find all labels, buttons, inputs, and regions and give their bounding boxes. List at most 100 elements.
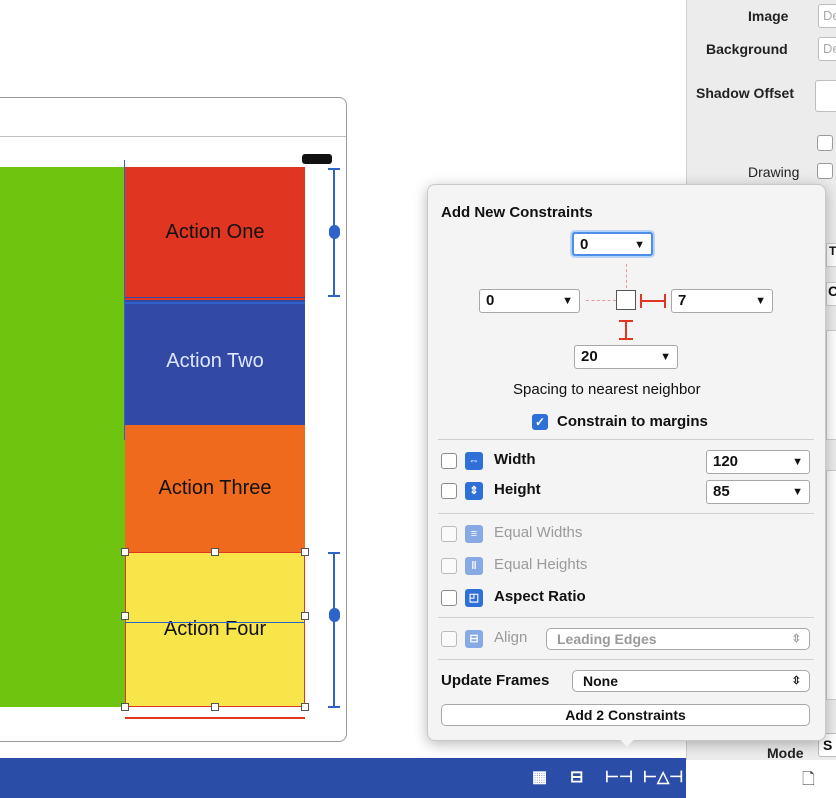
action-four-button[interactable]: Action Four xyxy=(125,552,305,707)
leading-strut[interactable] xyxy=(586,300,616,301)
chevron-down-icon: ▼ xyxy=(755,295,766,307)
updown-chevron-icon: ⇳ xyxy=(791,633,801,645)
leading-spacing-field[interactable]: 0 ▼ xyxy=(479,289,580,313)
height-constraint-line xyxy=(333,552,335,707)
constraint-cap xyxy=(328,706,340,708)
battery-icon xyxy=(302,154,332,164)
strut-cap xyxy=(640,294,642,308)
constraint-badge-icon xyxy=(329,225,340,239)
resize-handle[interactable] xyxy=(121,548,129,556)
equal-widths-label: Equal Widths xyxy=(494,524,583,541)
resize-handle[interactable] xyxy=(301,703,309,711)
update-frames-label: Update Frames xyxy=(441,672,550,689)
popover-title: Add New Constraints xyxy=(441,204,593,221)
document-icon[interactable]: 🗋 xyxy=(802,768,815,795)
equal-heights-icon: ‖ xyxy=(465,557,483,575)
chevron-down-icon: ▼ xyxy=(660,351,671,363)
resize-handle[interactable] xyxy=(121,703,129,711)
align-icon: ⊟ xyxy=(465,630,483,648)
constraint-badge-icon xyxy=(329,608,340,622)
trailing-spacing-field[interactable]: 7 ▼ xyxy=(671,289,773,313)
inspector-edge-field[interactable]: C xyxy=(826,282,836,306)
separator xyxy=(438,659,814,660)
align-icon[interactable]: ⊟ xyxy=(570,767,583,787)
strut-cap xyxy=(619,338,633,340)
align-label: Align xyxy=(494,629,528,646)
inspector-checkbox[interactable] xyxy=(817,135,833,151)
popover-arrow xyxy=(614,733,640,747)
bottom-spacing-field[interactable]: 20 ▼ xyxy=(574,345,678,369)
height-field[interactable]: 85 ▼ xyxy=(706,480,810,504)
resize-handle[interactable] xyxy=(211,703,219,711)
drawing-label: Drawing xyxy=(748,164,800,180)
width-checkbox[interactable] xyxy=(441,453,457,469)
resize-handle[interactable] xyxy=(301,548,309,556)
aspect-ratio-label: Aspect Ratio xyxy=(494,588,586,605)
align-select[interactable]: Leading Edges ⇳ xyxy=(546,628,810,650)
aspect-ratio-checkbox[interactable] xyxy=(441,590,457,606)
separator xyxy=(438,513,814,514)
width-label: Width xyxy=(494,451,536,468)
height-label: Height xyxy=(494,481,541,498)
chevron-down-icon: ▼ xyxy=(792,456,803,468)
action-one-button[interactable]: Action One xyxy=(125,167,305,297)
aspect-ratio-icon: ◰ xyxy=(465,589,483,607)
chevron-down-icon: ▼ xyxy=(634,239,645,251)
resolve-issues-icon[interactable]: ⊢△⊣ xyxy=(643,767,683,787)
trailing-strut[interactable] xyxy=(640,300,665,302)
pin-target-box xyxy=(616,290,636,310)
constrain-margins-label: Constrain to margins xyxy=(557,413,708,430)
add-constraints-button[interactable]: Add 2 Constraints xyxy=(441,704,810,726)
pin-icon[interactable]: ⊢⊣ xyxy=(605,767,633,787)
updown-chevron-icon: ⇳ xyxy=(791,675,801,687)
shadow-offset-label: Shadow Offset xyxy=(696,85,795,101)
top-strut[interactable] xyxy=(626,264,627,288)
nav-divider xyxy=(0,136,346,137)
width-field[interactable]: 120 ▼ xyxy=(706,450,810,474)
equal-widths-checkbox[interactable] xyxy=(441,526,457,542)
image-label: Image xyxy=(748,8,789,24)
background-field[interactable]: De xyxy=(818,37,836,61)
action-two-button[interactable]: Action Two xyxy=(125,297,305,425)
chevron-down-icon: ▼ xyxy=(562,295,573,307)
constraint-cap xyxy=(328,295,340,297)
red-guide xyxy=(125,298,305,300)
red-guide xyxy=(125,717,305,719)
width-icon: ⇔ xyxy=(465,452,483,470)
inspector-edge-list xyxy=(826,330,836,440)
update-frames-select[interactable]: None ⇳ xyxy=(572,670,810,692)
strut-cap xyxy=(664,294,666,308)
bottom-strut[interactable] xyxy=(625,320,627,340)
separator xyxy=(438,617,814,618)
resize-handle[interactable] xyxy=(301,612,309,620)
chevron-down-icon: ▼ xyxy=(792,486,803,498)
height-icon: ⇕ xyxy=(465,482,483,500)
resize-handle[interactable] xyxy=(211,548,219,556)
inspector-edge-list xyxy=(826,470,836,700)
constraint-guide xyxy=(124,160,125,440)
resize-handle[interactable] xyxy=(121,612,129,620)
drawing-checkbox[interactable] xyxy=(817,163,833,179)
mode-label: Mode xyxy=(767,745,804,761)
top-spacing-field[interactable]: 0 ▼ xyxy=(572,232,653,256)
background-label: Background xyxy=(706,41,788,57)
green-view[interactable] xyxy=(0,167,125,707)
image-field[interactable]: De xyxy=(818,4,836,28)
equal-heights-label: Equal Heights xyxy=(494,556,588,573)
inspector-edge-field[interactable]: Ti xyxy=(826,243,836,267)
embed-stack-icon[interactable]: ▦ xyxy=(532,767,547,787)
action-three-button[interactable]: Action Three xyxy=(125,425,305,552)
baseline-guide xyxy=(125,622,305,623)
height-checkbox[interactable] xyxy=(441,483,457,499)
separator xyxy=(438,439,814,440)
align-checkbox[interactable] xyxy=(441,631,457,647)
strut-cap xyxy=(619,320,633,322)
constrain-margins-checkbox[interactable]: ✓ xyxy=(532,414,548,430)
equal-widths-icon: ≡ xyxy=(465,525,483,543)
blue-guide xyxy=(125,302,305,304)
shadow-offset-field[interactable] xyxy=(815,80,836,112)
constraint-cap xyxy=(328,552,340,554)
spacing-caption: Spacing to nearest neighbor xyxy=(513,381,701,398)
equal-heights-checkbox[interactable] xyxy=(441,558,457,574)
constraint-cap xyxy=(328,168,340,170)
